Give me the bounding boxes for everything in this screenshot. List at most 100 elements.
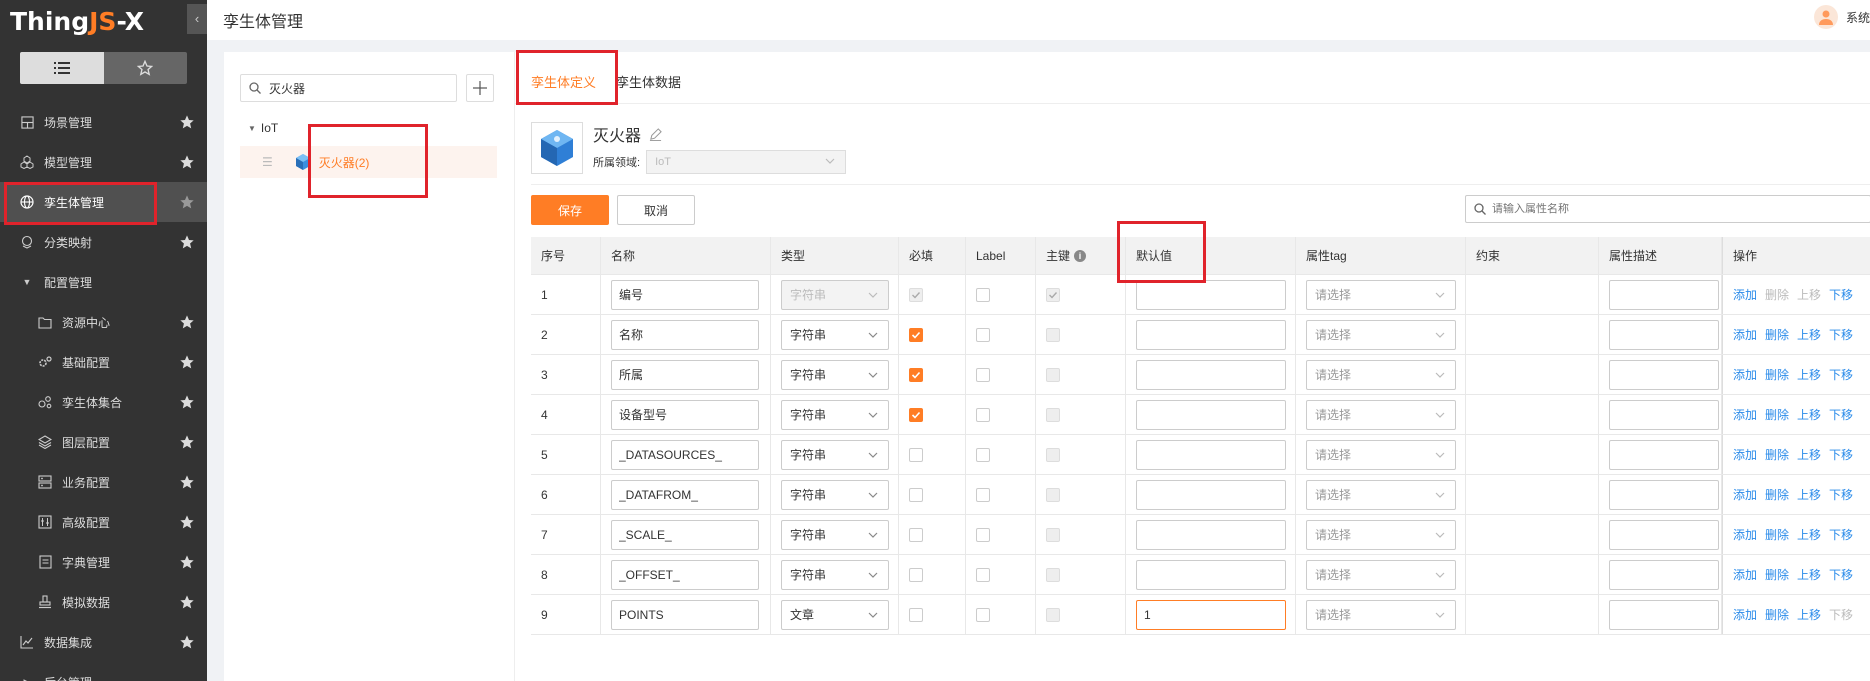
add-row-button[interactable]: 添加 [1733, 566, 1757, 583]
required-checkbox[interactable] [909, 567, 923, 582]
move-up-button[interactable]: 上移 [1797, 446, 1821, 463]
move-down-button[interactable]: 下移 [1829, 406, 1853, 423]
label-checkbox[interactable] [976, 327, 990, 342]
tag-select[interactable]: 请选择 [1306, 439, 1456, 470]
description-input[interactable] [1609, 279, 1719, 310]
add-row-button[interactable]: 添加 [1733, 446, 1757, 463]
delete-row-button[interactable]: 删除 [1765, 606, 1789, 623]
required-checkbox[interactable] [909, 607, 923, 622]
tag-select[interactable]: 请选择 [1306, 279, 1456, 310]
delete-row-button[interactable]: 删除 [1765, 486, 1789, 503]
sidebar-item-11[interactable]: 字典管理 [0, 542, 207, 582]
move-up-button[interactable]: 上移 [1797, 606, 1821, 623]
name-input[interactable] [611, 279, 759, 310]
star-icon[interactable] [179, 394, 195, 410]
default-value-input[interactable] [1136, 399, 1286, 430]
description-input[interactable] [1609, 599, 1719, 630]
tag-select[interactable]: 请选择 [1306, 319, 1456, 350]
required-checkbox[interactable] [909, 487, 923, 502]
star-icon[interactable] [179, 314, 195, 330]
sidebar-item-4[interactable]: ▼ 配置管理 [0, 262, 207, 302]
delete-row-button[interactable]: 删除 [1765, 406, 1789, 423]
label-checkbox[interactable] [976, 567, 990, 582]
move-up-button[interactable]: 上移 [1797, 326, 1821, 343]
star-icon[interactable] [179, 194, 195, 210]
star-icon[interactable] [179, 154, 195, 170]
move-down-button[interactable]: 下移 [1829, 286, 1853, 303]
delete-row-button[interactable]: 删除 [1765, 526, 1789, 543]
add-row-button[interactable]: 添加 [1733, 366, 1757, 383]
default-value-input[interactable] [1136, 559, 1286, 590]
sidebar-item-3[interactable]: 分类映射 [0, 222, 207, 262]
add-row-button[interactable]: 添加 [1733, 526, 1757, 543]
move-down-button[interactable]: 下移 [1829, 526, 1853, 543]
sidebar-item-12[interactable]: 模拟数据 [0, 582, 207, 622]
sidebar-item-6[interactable]: 基础配置 [0, 342, 207, 382]
move-up-button[interactable]: 上移 [1797, 406, 1821, 423]
type-select[interactable]: 字符串 [781, 399, 889, 430]
type-select[interactable]: 字符串 [781, 439, 889, 470]
move-down-button[interactable]: 下移 [1829, 566, 1853, 583]
tree-search-input[interactable] [269, 81, 439, 95]
add-row-button[interactable]: 添加 [1733, 486, 1757, 503]
name-input[interactable] [611, 319, 759, 350]
star-icon[interactable] [179, 634, 195, 650]
cancel-button[interactable]: 取消 [617, 195, 695, 225]
required-checkbox[interactable] [909, 447, 923, 462]
required-checkbox[interactable] [909, 287, 923, 302]
add-row-button[interactable]: 添加 [1733, 606, 1757, 623]
sidebar-item-1[interactable]: 模型管理 [0, 142, 207, 182]
default-value-input[interactable] [1136, 519, 1286, 550]
move-down-button[interactable]: 下移 [1829, 486, 1853, 503]
sidebar-item-13[interactable]: 数据集成 [0, 622, 207, 662]
tag-select[interactable]: 请选择 [1306, 519, 1456, 550]
sidebar-item-10[interactable]: 高级配置 [0, 502, 207, 542]
sidebar-item-14[interactable]: ▶ 后台管理 [0, 662, 207, 681]
name-input[interactable] [611, 359, 759, 390]
add-row-button[interactable]: 添加 [1733, 286, 1757, 303]
delete-row-button[interactable]: 删除 [1765, 326, 1789, 343]
favorites-button[interactable] [104, 52, 188, 84]
tab-twin-definition[interactable]: 孪生体定义 [531, 52, 597, 104]
name-input[interactable] [611, 439, 759, 470]
star-icon[interactable] [179, 554, 195, 570]
label-checkbox[interactable] [976, 527, 990, 542]
description-input[interactable] [1609, 479, 1719, 510]
sidebar-item-0[interactable]: 场景管理 [0, 102, 207, 142]
list-view-button[interactable] [20, 52, 104, 84]
tree-root-iot[interactable]: ▼ IoT [248, 121, 278, 135]
type-select[interactable]: 字符串 [781, 559, 889, 590]
tag-select[interactable]: 请选择 [1306, 359, 1456, 390]
label-checkbox[interactable] [976, 407, 990, 422]
delete-row-button[interactable]: 删除 [1765, 366, 1789, 383]
add-node-button[interactable] [466, 74, 494, 102]
required-checkbox[interactable] [909, 367, 923, 382]
label-checkbox[interactable] [976, 487, 990, 502]
default-value-input[interactable] [1136, 479, 1286, 510]
star-icon[interactable] [179, 234, 195, 250]
tag-select[interactable]: 请选择 [1306, 479, 1456, 510]
name-input[interactable] [611, 479, 759, 510]
name-input[interactable] [611, 599, 759, 630]
default-value-input[interactable] [1136, 439, 1286, 470]
move-up-button[interactable]: 上移 [1797, 526, 1821, 543]
sidebar-item-2[interactable]: 孪生体管理 [0, 182, 207, 222]
name-input[interactable] [611, 559, 759, 590]
star-icon[interactable] [179, 514, 195, 530]
move-down-button[interactable]: 下移 [1829, 446, 1853, 463]
type-select[interactable]: 文章 [781, 599, 889, 630]
label-checkbox[interactable] [976, 367, 990, 382]
move-up-button[interactable]: 上移 [1797, 486, 1821, 503]
name-input[interactable] [611, 519, 759, 550]
default-value-input[interactable] [1136, 319, 1286, 350]
type-select[interactable]: 字符串 [781, 319, 889, 350]
name-input[interactable] [611, 399, 759, 430]
description-input[interactable] [1609, 439, 1719, 470]
tab-twin-data[interactable]: 孪生体数据 [616, 52, 681, 102]
tag-select[interactable]: 请选择 [1306, 399, 1456, 430]
sidebar-item-5[interactable]: 资源中心 [0, 302, 207, 342]
default-value-input[interactable] [1136, 279, 1286, 310]
description-input[interactable] [1609, 319, 1719, 350]
property-search-input[interactable] [1492, 203, 1792, 215]
move-down-button[interactable]: 下移 [1829, 326, 1853, 343]
